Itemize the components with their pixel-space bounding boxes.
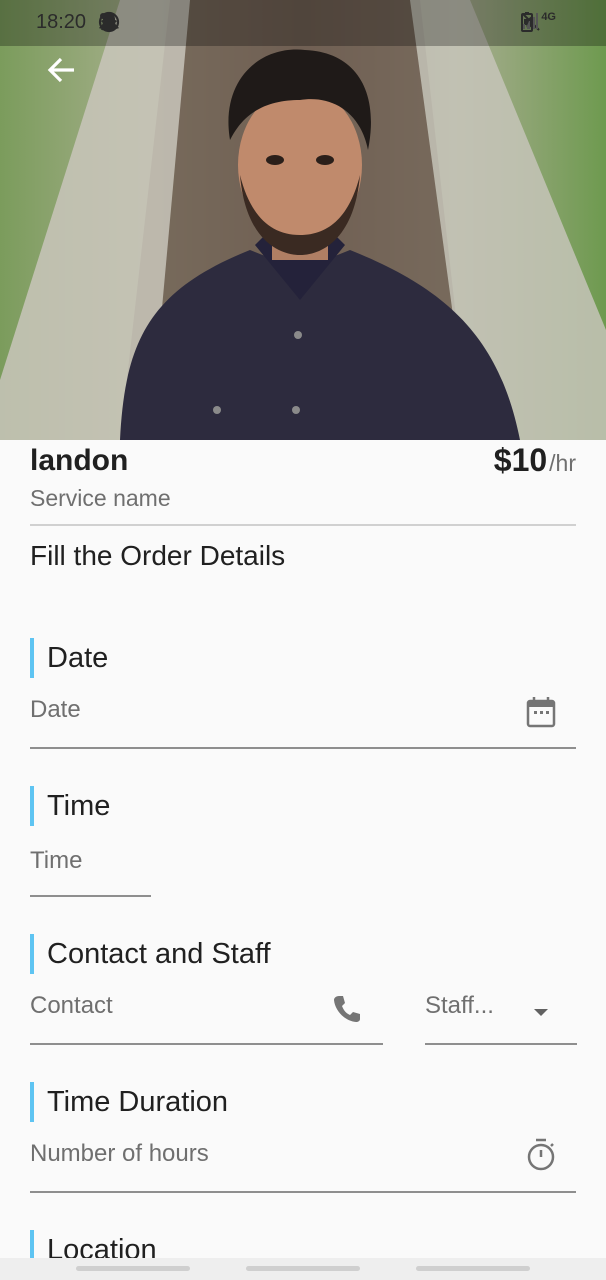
date-placeholder: Date	[30, 696, 81, 723]
hours-underline	[30, 1191, 576, 1193]
divider	[30, 524, 576, 526]
section-label: Time	[47, 789, 111, 822]
form-title: Fill the Order Details	[30, 540, 286, 571]
profile-photo-illustration	[0, 0, 606, 440]
timer-icon	[526, 1138, 556, 1177]
arrow-back-icon	[47, 57, 74, 83]
hours-field[interactable]: Number of hours	[30, 1134, 576, 1194]
network-label: 4G	[541, 11, 556, 23]
section-label: Date	[47, 641, 109, 674]
price: $10 /hr	[494, 442, 576, 479]
status-time: 18:20	[36, 11, 87, 33]
nav-handle-right[interactable]	[416, 1266, 530, 1271]
accent-bar	[30, 1082, 34, 1122]
service-name: Service name	[30, 485, 171, 511]
status-bar: 18:20 4G	[0, 0, 606, 46]
price-unit: /hr	[549, 450, 576, 476]
section-label: Contact and Staff	[47, 937, 271, 970]
phone-icon	[332, 994, 362, 1029]
profile-photo: 18:20 4G	[0, 0, 606, 440]
section-date-heading: Date	[30, 638, 108, 678]
section-label: Time Duration	[47, 1085, 229, 1118]
date-field[interactable]: Date	[30, 690, 576, 750]
contact-placeholder: Contact	[30, 992, 113, 1019]
contact-field[interactable]: Contact	[30, 986, 383, 1046]
price-amount: $10	[493, 442, 548, 478]
staff-underline	[425, 1043, 577, 1045]
calendar-icon[interactable]	[526, 696, 556, 733]
accent-bar	[30, 786, 34, 826]
staff-placeholder: Staff...	[425, 992, 494, 1019]
section-time-heading: Time	[30, 786, 110, 826]
nav-handle-left[interactable]	[76, 1266, 190, 1271]
date-underline	[30, 747, 576, 749]
provider-name: landon	[30, 444, 129, 477]
4g-icon: 4G	[541, 11, 556, 23]
section-contact-heading: Contact and Staff	[30, 934, 271, 974]
contact-underline	[30, 1043, 383, 1045]
time-field[interactable]: Time	[30, 840, 152, 900]
hours-placeholder: Number of hours	[30, 1140, 209, 1167]
back-button[interactable]	[44, 54, 80, 86]
staff-dropdown[interactable]: Staff...	[425, 986, 577, 1046]
dropdown-arrow-icon	[531, 1004, 551, 1022]
time-underline	[30, 895, 151, 897]
time-placeholder: Time	[30, 847, 83, 874]
section-duration-heading: Time Duration	[30, 1082, 228, 1122]
nav-handle-center[interactable]	[246, 1266, 360, 1271]
accent-bar	[30, 934, 34, 974]
accent-bar	[30, 638, 34, 678]
